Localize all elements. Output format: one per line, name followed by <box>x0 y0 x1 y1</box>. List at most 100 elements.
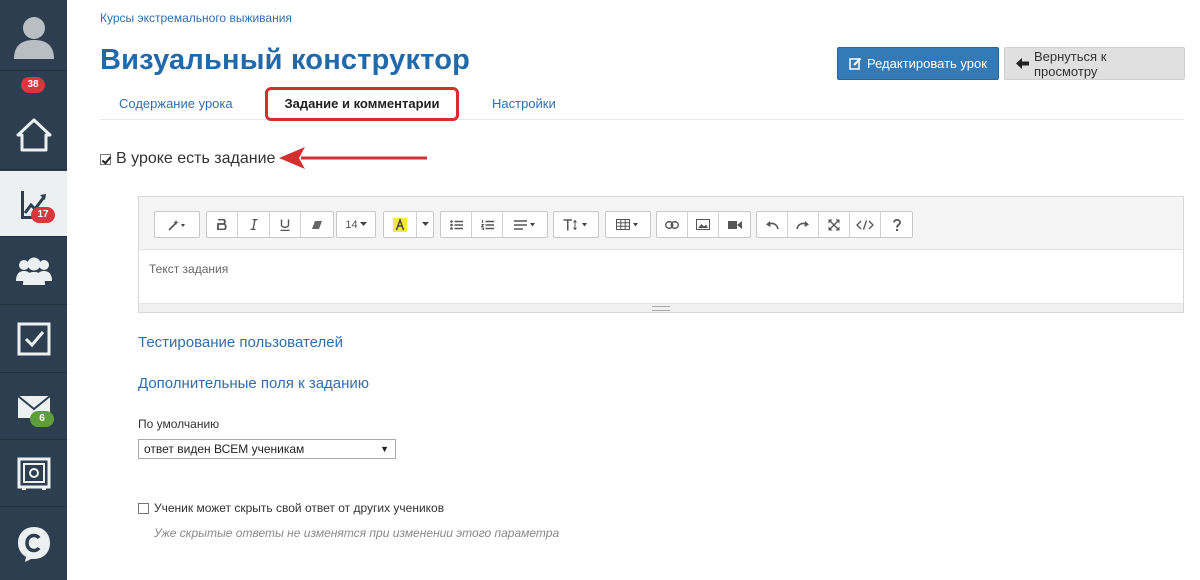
red-arrow-annotation <box>279 147 427 169</box>
table-button[interactable] <box>606 212 650 237</box>
hide-answer-hint: Уже скрытые ответы не изменятся при изме… <box>154 526 560 540</box>
page-title: Визуальный конструктор <box>100 44 471 76</box>
toolbar-group-misc <box>756 211 913 238</box>
underline-icon <box>280 219 290 231</box>
testing-section-link[interactable]: Тестирование пользователей <box>138 334 343 351</box>
stats-badge: 17 <box>31 207 55 223</box>
font-size-button[interactable]: 14 <box>337 212 375 237</box>
numbered-list-icon <box>480 219 494 230</box>
numbered-list-button[interactable] <box>472 212 503 237</box>
toolbar-group-color <box>383 211 434 238</box>
arrow-left-icon <box>1016 58 1029 69</box>
caret-down-icon <box>421 222 429 226</box>
hide-answer-row: Ученик может скрыть свой ответ от других… <box>138 501 444 515</box>
sidebar-item-messages[interactable] <box>0 374 67 440</box>
has-task-row: В уроке есть задание <box>100 150 275 168</box>
tab-settings[interactable]: Настройки <box>492 88 556 119</box>
sidebar-item-home[interactable] <box>0 100 67 170</box>
sidebar-item-stats[interactable] <box>0 171 67 237</box>
back-to-view-button[interactable]: Вернуться к просмотру <box>1004 47 1185 80</box>
font-color-icon <box>393 217 407 232</box>
select-caret-icon: ▼ <box>380 444 389 454</box>
redo-icon <box>796 220 809 229</box>
highlight-color-button[interactable] <box>384 212 417 237</box>
toolbar-group-height <box>553 211 599 238</box>
image-button[interactable] <box>688 212 719 237</box>
messages-badge: 6 <box>30 411 54 427</box>
eraser-button[interactable] <box>301 212 333 237</box>
toolbar-group-insert <box>656 211 751 238</box>
magic-wand-button[interactable] <box>155 212 199 237</box>
bullet-list-icon <box>449 219 463 230</box>
breadcrumb[interactable]: Курсы экстремального выживания <box>100 11 292 25</box>
video-icon <box>727 220 742 229</box>
visibility-selected-value: ответ виден ВСЕМ ученикам <box>144 442 305 456</box>
help-button[interactable] <box>881 212 912 237</box>
link-icon <box>665 220 679 229</box>
bold-button[interactable] <box>207 212 238 237</box>
toolbar-group-table <box>605 211 651 238</box>
magic-wand-icon <box>168 219 185 231</box>
align-button[interactable] <box>503 212 547 237</box>
back-to-view-label: Вернуться к просмотру <box>1034 48 1107 79</box>
sidebar-item-tasks[interactable] <box>0 306 67 373</box>
hide-answer-label: Ученик может скрыть свой ответ от других… <box>154 501 445 515</box>
undo-button[interactable] <box>757 212 788 237</box>
fullscreen-icon <box>828 219 840 230</box>
toolbar-group-lists <box>440 211 548 238</box>
tabs: Содержание урока Задание и комментарии Н… <box>100 87 1184 121</box>
extra-fields-section-link[interactable]: Дополнительные поля к заданию <box>138 375 369 392</box>
table-icon <box>616 219 638 230</box>
font-size-value: 14 <box>345 218 358 231</box>
sidebar-item-users[interactable] <box>0 238 67 305</box>
bold-icon <box>217 219 227 230</box>
editor-toolbar: 14 <box>139 197 1183 250</box>
visibility-label: По умолчанию <box>138 417 220 431</box>
sidebar-item-chat[interactable] <box>0 508 67 580</box>
italic-button[interactable] <box>238 212 270 237</box>
users-icon <box>15 257 52 285</box>
editor-resize-handle[interactable] <box>139 303 1183 312</box>
video-button[interactable] <box>719 212 750 237</box>
edit-lesson-button[interactable]: Редактировать урок <box>837 47 999 80</box>
chat-logo-icon <box>17 527 50 562</box>
redo-button[interactable] <box>788 212 819 237</box>
line-height-button[interactable] <box>554 212 598 237</box>
caret-down-icon <box>359 222 367 226</box>
link-button[interactable] <box>657 212 688 237</box>
user-avatar-icon <box>13 17 54 59</box>
bullet-list-button[interactable] <box>441 212 472 237</box>
tab-content[interactable]: Содержание урока <box>119 88 233 119</box>
fullscreen-button[interactable] <box>819 212 850 237</box>
home-icon <box>16 118 51 151</box>
eraser-icon <box>312 220 322 229</box>
has-task-checkbox[interactable] <box>100 153 111 165</box>
edit-lesson-label: Редактировать урок <box>867 56 987 71</box>
code-icon <box>856 219 874 230</box>
code-view-button[interactable] <box>850 212 881 237</box>
color-dropdown-button[interactable] <box>417 212 433 237</box>
hide-answer-checkbox[interactable] <box>138 502 149 514</box>
notifications-badge: 38 <box>21 77 45 93</box>
italic-icon <box>250 219 257 230</box>
editor-placeholder: Текст задания <box>149 262 229 276</box>
undo-icon <box>766 220 779 229</box>
editor-text-area[interactable]: Текст задания <box>139 250 1183 304</box>
has-task-label: В уроке есть задание <box>116 150 276 167</box>
visibility-select[interactable]: ответ виден ВСЕМ ученикам ▼ <box>138 439 396 459</box>
grip-icon <box>652 306 670 311</box>
text-height-icon <box>563 218 587 230</box>
sidebar: 38 17 6 <box>0 0 67 580</box>
toolbar-group-style <box>154 211 200 238</box>
underline-button[interactable] <box>270 212 301 237</box>
help-icon <box>892 218 901 231</box>
image-icon <box>696 219 710 230</box>
safe-icon <box>17 457 50 490</box>
edit-icon <box>849 57 862 70</box>
sidebar-item-profile[interactable] <box>0 0 67 71</box>
tab-task-and-comments[interactable]: Задание и комментарии <box>265 87 459 121</box>
toolbar-group-format <box>206 211 334 238</box>
task-editor: 14 Текст задания <box>138 196 1184 313</box>
sidebar-item-safe[interactable] <box>0 441 67 507</box>
checkbox-icon <box>17 322 50 356</box>
